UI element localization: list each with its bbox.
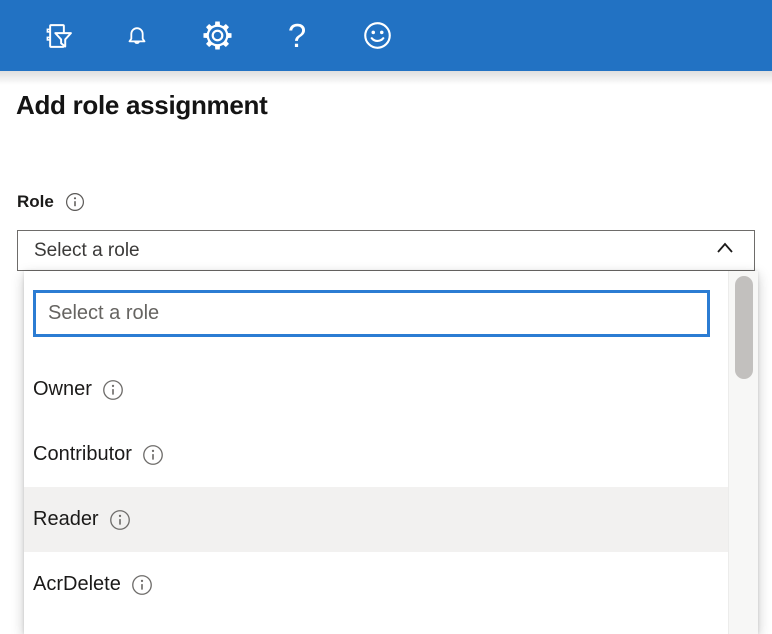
option-label: Contributor xyxy=(33,443,132,466)
gear-icon xyxy=(202,20,233,51)
option-owner[interactable]: Owner xyxy=(24,357,728,422)
page-title: Add role assignment xyxy=(16,90,267,121)
dropdown-scrollbar-thumb[interactable] xyxy=(735,276,753,379)
directory-filter-button[interactable] xyxy=(35,14,79,58)
directory-filter-icon xyxy=(41,20,73,52)
role-label: Role xyxy=(17,192,54,212)
option-contributor[interactable]: Contributor xyxy=(24,422,728,487)
header-shadow xyxy=(0,71,772,85)
notifications-button[interactable] xyxy=(115,14,159,58)
chevron-up-icon xyxy=(711,237,739,264)
bell-icon xyxy=(122,21,152,51)
help-button[interactable]: ? xyxy=(275,14,319,58)
role-options-list: Owner Contributor xyxy=(24,357,728,617)
option-acrdelete[interactable]: AcrDelete xyxy=(24,552,728,617)
smiley-icon xyxy=(361,19,394,52)
role-search-input[interactable] xyxy=(33,290,710,337)
settings-button[interactable] xyxy=(195,14,239,58)
role-field-label-row: Role xyxy=(17,192,85,212)
option-label: Owner xyxy=(33,378,92,401)
feedback-button[interactable] xyxy=(355,14,399,58)
option-label: AcrDelete xyxy=(33,573,121,596)
owner-info-icon[interactable] xyxy=(102,379,124,401)
option-reader[interactable]: Reader xyxy=(24,487,728,552)
dropdown-scrollbar-track[interactable] xyxy=(728,271,758,634)
acrdelete-info-icon[interactable] xyxy=(131,574,153,596)
contributor-info-icon[interactable] xyxy=(142,444,164,466)
role-select[interactable]: Select a role xyxy=(17,230,755,271)
question-mark-icon: ? xyxy=(288,19,306,52)
add-role-assignment-screen: ? Add role assignment Role xyxy=(0,0,772,634)
option-label: Reader xyxy=(33,508,99,531)
reader-info-icon[interactable] xyxy=(109,509,131,531)
role-dropdown-panel: Owner Contributor xyxy=(24,271,758,634)
role-info-icon[interactable] xyxy=(65,192,85,212)
top-nav-bar: ? xyxy=(0,0,772,71)
role-select-value: Select a role xyxy=(34,240,140,262)
